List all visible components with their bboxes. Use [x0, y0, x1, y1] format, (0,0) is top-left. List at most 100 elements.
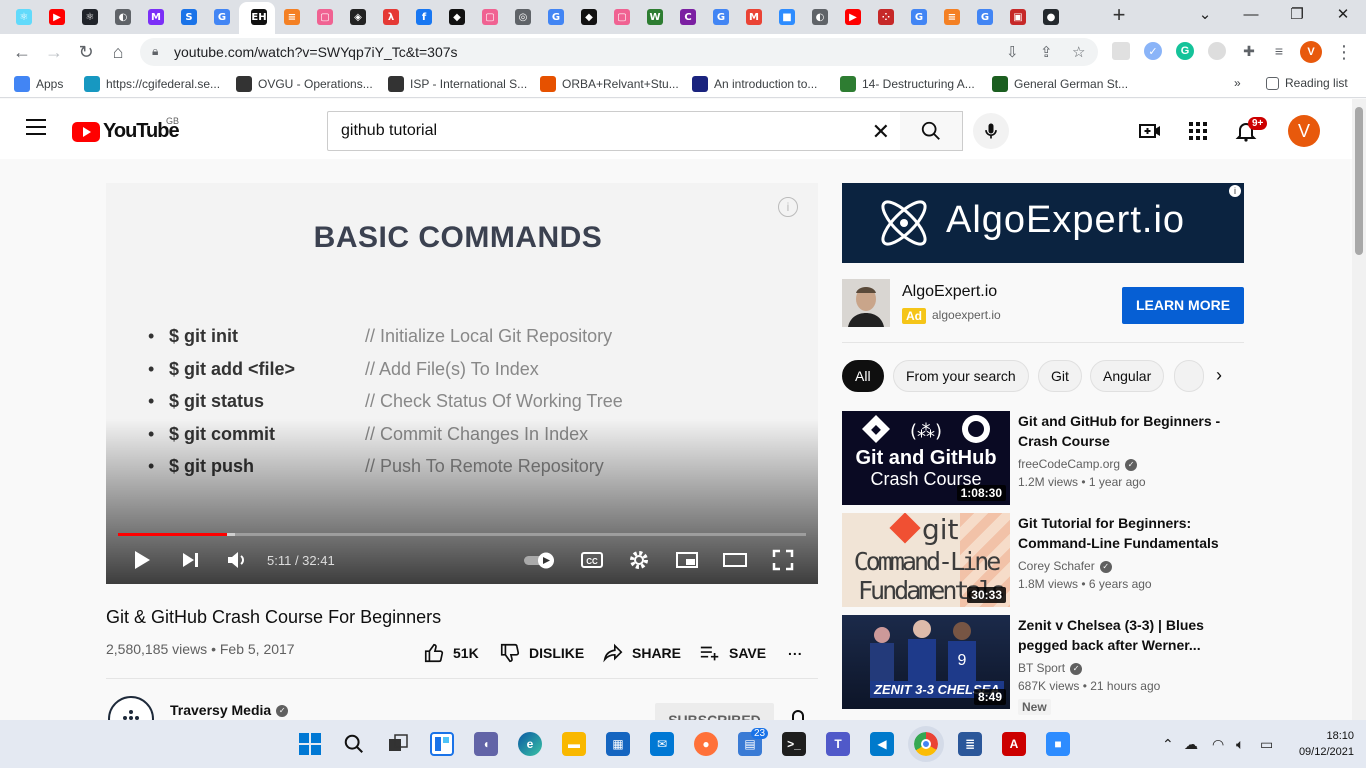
teams-icon[interactable]: T [826, 732, 850, 756]
notepad-icon[interactable]: ≣ [958, 732, 982, 756]
share-button[interactable]: SHARE [602, 642, 681, 664]
page-scrollbar[interactable] [1352, 99, 1366, 720]
theater-mode-icon[interactable] [722, 549, 748, 571]
file-explorer-icon[interactable]: ▬ [562, 732, 586, 756]
bookmark-item[interactable]: https://cgifederal.se... [84, 76, 220, 92]
scrollbar-thumb[interactable] [1355, 107, 1363, 255]
browser-tab[interactable]: C [672, 4, 704, 30]
captions-icon[interactable]: CC [580, 549, 604, 571]
browser-tab[interactable]: S [173, 4, 205, 30]
browser-tab[interactable]: f [408, 4, 440, 30]
home-icon[interactable]: ⌂ [106, 40, 130, 64]
speaker-icon[interactable]: 🔈︎ [1236, 736, 1244, 753]
extension-blue-icon[interactable]: ✓ [1144, 42, 1162, 60]
browser-tab[interactable]: ◐ [804, 4, 836, 30]
new-tab-button[interactable]: + [1108, 4, 1130, 28]
browser-tab[interactable]: ◐ [107, 4, 139, 30]
browser-tab[interactable]: EH [243, 4, 275, 30]
recommendation-item[interactable]: 9 ZENIT 3-3 CHELSEA 8:49 Zenit v Chelsea… [842, 615, 1244, 715]
system-clock[interactable]: 18:10 09/12/2021 [1290, 728, 1354, 760]
share-page-icon[interactable]: ⇪ [1040, 43, 1053, 61]
firefox-icon[interactable]: ● [694, 732, 718, 756]
forward-arrow-icon[interactable]: → [42, 40, 66, 64]
filter-chip[interactable]: From your search [893, 360, 1029, 392]
browser-tab[interactable]: ⚛ [74, 4, 106, 30]
bookmark-star-icon[interactable]: ☆ [1072, 43, 1085, 61]
browser-tab[interactable]: G [903, 4, 935, 30]
browser-tab[interactable]: M [738, 4, 770, 30]
ad-info-icon[interactable]: i [1229, 185, 1241, 197]
channel-name[interactable]: Traversy Media ✓ [170, 702, 289, 718]
search-button[interactable] [900, 111, 963, 151]
recommendation-channel[interactable]: freeCodeCamp.org ✓ [1018, 457, 1138, 471]
settings-gear-icon[interactable] [628, 549, 650, 571]
windows-start-icon[interactable] [298, 732, 322, 756]
browser-tab[interactable]: ■ [771, 4, 803, 30]
browser-tab[interactable]: ◆ [441, 4, 473, 30]
youtube-logo[interactable]: YouTube GB [72, 116, 180, 143]
browser-tab[interactable]: λ [375, 4, 407, 30]
progress-bar[interactable] [118, 533, 806, 536]
extension-grey-icon[interactable] [1112, 42, 1130, 60]
browser-tab[interactable]: ◈ [342, 4, 374, 30]
bookmark-item[interactable]: ORBA+Relvant+Stu... [540, 76, 679, 92]
chips-next-arrow-icon[interactable]: › [1205, 365, 1233, 389]
mail-icon[interactable]: ✉ [650, 732, 674, 756]
miniplayer-icon[interactable] [675, 549, 699, 571]
lock-icon[interactable]: 🔒︎ [152, 44, 158, 59]
acrobat-icon[interactable]: A [1002, 732, 1026, 756]
bookmark-item[interactable]: 14- Destructuring A... [840, 76, 975, 92]
fullscreen-icon[interactable] [772, 549, 794, 571]
ad-banner[interactable]: AlgoExpert.io i [842, 183, 1244, 263]
recommendation-item[interactable]: git Command-Line Fundamentals 30:33 Git … [842, 513, 1244, 607]
browser-tab[interactable]: ⚛ [8, 4, 40, 30]
taskbar-search-icon[interactable] [342, 732, 366, 756]
browser-tab[interactable]: ▣ [1002, 4, 1034, 30]
extensions-puzzle-icon[interactable]: ✚ [1240, 42, 1258, 60]
clear-search-icon[interactable]: ✕ [872, 119, 890, 145]
ad-advertiser-photo[interactable] [842, 279, 890, 327]
browser-tab[interactable]: ▢ [474, 4, 506, 30]
like-button[interactable]: 51K [423, 642, 479, 664]
minimize-icon[interactable]: — [1228, 4, 1274, 26]
reading-list-button[interactable]: Reading list [1266, 76, 1348, 90]
vscode-icon[interactable]: ◀ [870, 732, 894, 756]
back-arrow-icon[interactable]: ← [10, 40, 34, 64]
video-thumbnail[interactable]: git Command-Line Fundamentals 30:33 [842, 513, 1010, 607]
recommendation-channel[interactable]: BT Sport ✓ [1018, 661, 1083, 675]
filter-chip[interactable]: Angular [1090, 360, 1165, 392]
recommendation-title[interactable]: Git Tutorial for Beginners: Command-Line… [1018, 513, 1228, 553]
wifi-icon[interactable]: ◠ [1212, 736, 1224, 753]
browser-tab[interactable]: G [705, 4, 737, 30]
profile-avatar[interactable]: V [1300, 41, 1322, 63]
media-control-icon[interactable]: ≡ [1270, 42, 1288, 60]
filter-chip[interactable] [1174, 360, 1204, 392]
video-player[interactable]: BASIC COMMANDS i • $ git init // Initializ… [106, 183, 818, 584]
volume-icon[interactable] [226, 549, 248, 571]
browser-tab[interactable]: G [969, 4, 1001, 30]
chrome-taskbar-icon[interactable] [908, 726, 944, 762]
create-video-icon[interactable] [1138, 119, 1162, 143]
bookmarks-overflow-button[interactable]: » [1234, 76, 1241, 90]
bookmark-item[interactable]: ISP - International S... [388, 76, 527, 92]
browser-tab[interactable]: ▶ [41, 4, 73, 30]
reload-icon[interactable]: ↻ [74, 40, 98, 64]
widgets-icon[interactable] [430, 732, 454, 756]
edge-icon[interactable]: e [518, 732, 542, 756]
browser-tab[interactable]: ◎ [507, 4, 539, 30]
browser-tab[interactable]: ▢ [309, 4, 341, 30]
microsoft-store-icon[interactable]: ▦ [606, 732, 630, 756]
browser-tab[interactable]: ▢ [606, 4, 638, 30]
filter-chip[interactable]: Git [1038, 360, 1082, 392]
tray-overflow-icon[interactable]: ⌃ [1162, 736, 1174, 753]
zoom-taskbar-icon[interactable]: ■ [1046, 732, 1070, 756]
url-text[interactable]: youtube.com/watch?v=SWYqp7iY_Tc&t=307s [174, 44, 458, 60]
browser-tab[interactable]: ≡ [936, 4, 968, 30]
voice-search-button[interactable] [973, 113, 1009, 149]
autoplay-toggle-icon[interactable] [522, 549, 558, 571]
play-icon[interactable] [132, 549, 152, 571]
browser-tab[interactable]: M [140, 4, 172, 30]
video-thumbnail[interactable]: ◆ (⁂) Git and GitHub Crash Course 1:08:3… [842, 411, 1010, 505]
recommendation-title[interactable]: Zenit v Chelsea (3-3) | Blues pegged bac… [1018, 615, 1228, 655]
browser-tab[interactable]: ● [1035, 4, 1067, 30]
